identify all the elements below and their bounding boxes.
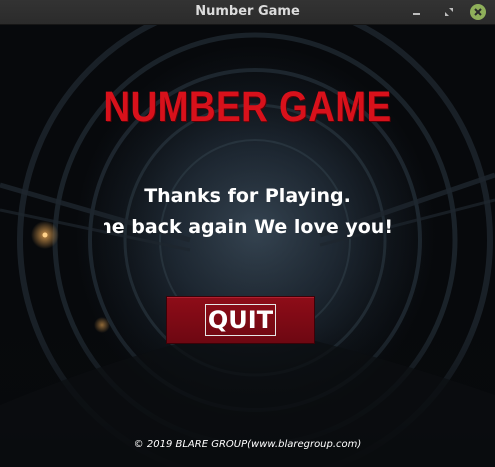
close-button[interactable] xyxy=(470,4,486,20)
copyright-footer: © 2019 BLARE GROUP(www.blaregroup.com) xyxy=(133,439,362,450)
game-title: NUMBER GAME xyxy=(103,83,392,131)
close-icon xyxy=(474,8,482,16)
game-screen: NUMBER GAME Thanks for Playing. Come bac… xyxy=(0,25,495,467)
come-back-message: Come back again We love you! xyxy=(104,216,393,238)
thanks-message: Thanks for Playing. xyxy=(144,185,351,207)
maximize-icon xyxy=(445,8,453,16)
quit-button[interactable]: QUIT xyxy=(166,296,315,344)
message-clip: Come back again We love you! xyxy=(104,216,412,244)
maximize-button[interactable] xyxy=(441,4,457,20)
quit-button-label: QUIT xyxy=(204,304,277,336)
minimize-button[interactable] xyxy=(409,4,425,20)
minimize-icon xyxy=(413,13,420,15)
title-bar[interactable]: Number Game xyxy=(0,0,495,25)
game-window: Number Game NUMBER GAME Thanks for Playi… xyxy=(0,0,495,467)
